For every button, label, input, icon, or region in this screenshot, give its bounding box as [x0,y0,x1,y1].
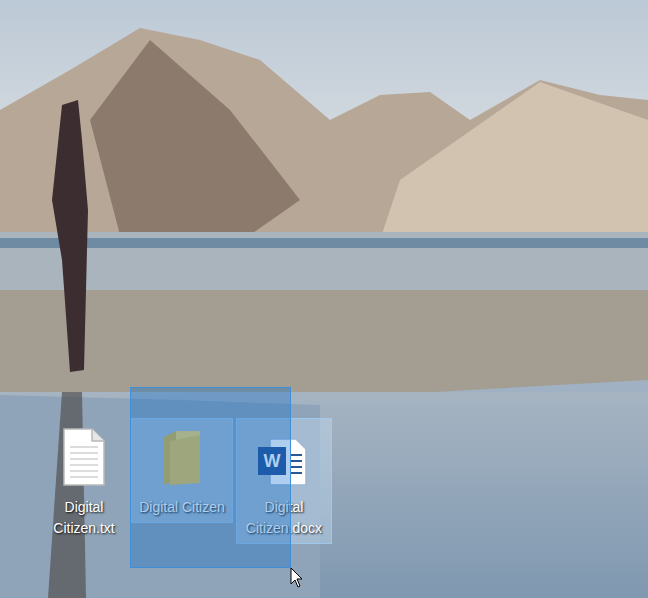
selection-rectangle [130,387,291,568]
desktop-icon[interactable]: Digital Citizen.txt [44,418,124,544]
desktop[interactable]: Digital Citizen.txtDigital CitizenWDigit… [0,0,648,598]
desktop-icon-label: Digital Citizen.txt [45,497,123,539]
text-file-icon [62,427,106,487]
mouse-cursor-icon [290,567,304,589]
